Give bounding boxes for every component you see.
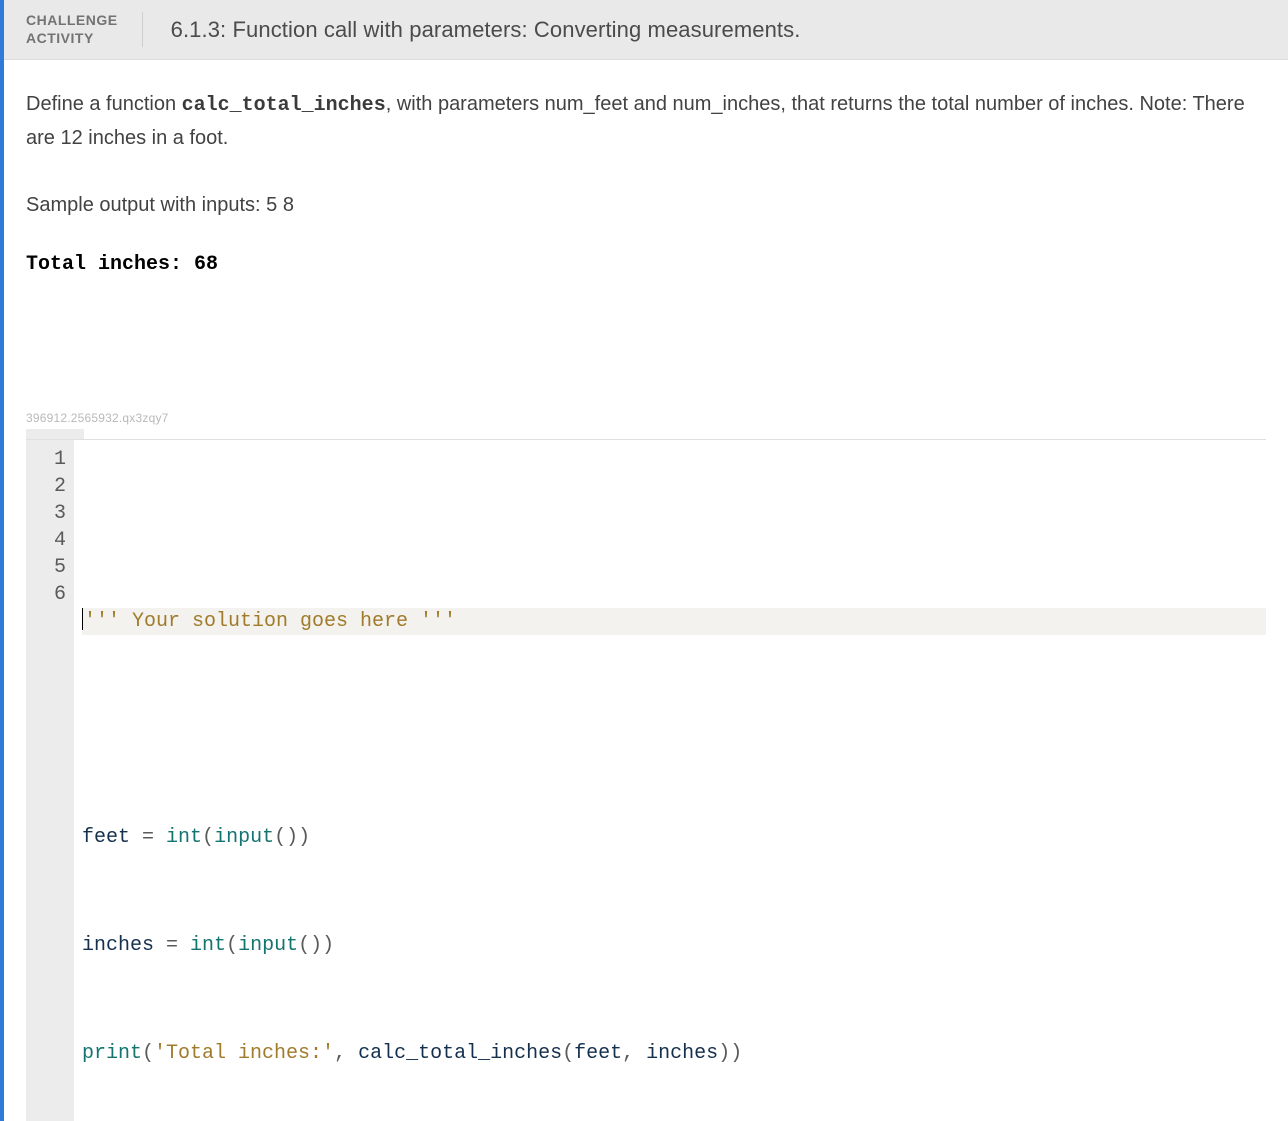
code-token-paren: ( xyxy=(562,1042,574,1065)
line-number-gutter: 1 2 3 4 5 6 xyxy=(26,440,74,1121)
code-token-ident: feet xyxy=(82,826,130,849)
code-token-ident: feet xyxy=(574,1042,622,1065)
prompt-text-pre: Define a function xyxy=(26,93,182,115)
line-number: 4 xyxy=(40,527,66,554)
activity-header: CHALLENGE ACTIVITY 6.1.3: Function call … xyxy=(4,0,1288,60)
code-line-active[interactable]: ''' Your solution goes here ''' xyxy=(82,608,1266,635)
prompt-function-name: calc_total_inches xyxy=(182,94,386,117)
code-line[interactable]: print('Total inches:', calc_total_inches… xyxy=(82,1040,1266,1067)
code-token-paren: ( xyxy=(142,1042,154,1065)
code-line[interactable]: feet = int(input()) xyxy=(82,824,1266,851)
line-number: 2 xyxy=(40,473,66,500)
watermark-bar xyxy=(26,429,84,439)
activity-type-line1: CHALLENGE xyxy=(26,12,118,28)
line-number: 5 xyxy=(40,554,66,581)
code-token-ident: calc_total_inches xyxy=(358,1042,562,1065)
line-number: 1 xyxy=(40,446,66,473)
code-token-string: 'Total inches:' xyxy=(154,1042,334,1065)
code-token-paren: ( xyxy=(202,826,214,849)
challenge-activity-panel: CHALLENGE ACTIVITY 6.1.3: Function call … xyxy=(0,0,1288,1121)
content-id-watermark: 396912.2565932.qx3zqy7 xyxy=(26,411,1288,425)
code-token-op: = xyxy=(130,826,166,849)
code-token-builtin: int xyxy=(190,934,226,957)
code-editor[interactable]: 1 2 3 4 5 6 ''' Your solution goes here … xyxy=(26,439,1266,1121)
code-line[interactable] xyxy=(82,500,1266,527)
code-token-builtin: input xyxy=(214,826,274,849)
activity-title: 6.1.3: Function call with parameters: Co… xyxy=(171,17,801,43)
code-token-paren: ()) xyxy=(274,826,310,849)
code-token-builtin: int xyxy=(166,826,202,849)
line-number: 3 xyxy=(40,500,66,527)
activity-prompt: Define a function calc_total_inches, wit… xyxy=(4,60,1288,281)
sample-output-value: Total inches: 68 xyxy=(26,248,1260,281)
code-token-op: = xyxy=(154,934,190,957)
text-cursor xyxy=(82,608,83,630)
code-token-paren: ()) xyxy=(298,934,334,957)
code-token-comma: , xyxy=(622,1042,646,1065)
code-token-ident: inches xyxy=(646,1042,718,1065)
code-token-string: ''' Your solution goes here ''' xyxy=(84,610,456,633)
code-token-builtin: input xyxy=(238,934,298,957)
code-token-builtin: print xyxy=(82,1042,142,1065)
code-token-ident: inches xyxy=(82,934,154,957)
line-number: 6 xyxy=(40,581,66,608)
code-line[interactable] xyxy=(82,716,1266,743)
sample-output-label: Sample output with inputs: 5 8 xyxy=(26,189,1260,222)
code-token-comma: , xyxy=(334,1042,358,1065)
code-area[interactable]: ''' Your solution goes here ''' feet = i… xyxy=(74,440,1266,1121)
activity-type-label: CHALLENGE ACTIVITY xyxy=(26,12,143,47)
code-line[interactable]: inches = int(input()) xyxy=(82,932,1266,959)
code-token-paren: ( xyxy=(226,934,238,957)
code-token-paren: )) xyxy=(718,1042,742,1065)
activity-type-line2: ACTIVITY xyxy=(26,30,94,46)
